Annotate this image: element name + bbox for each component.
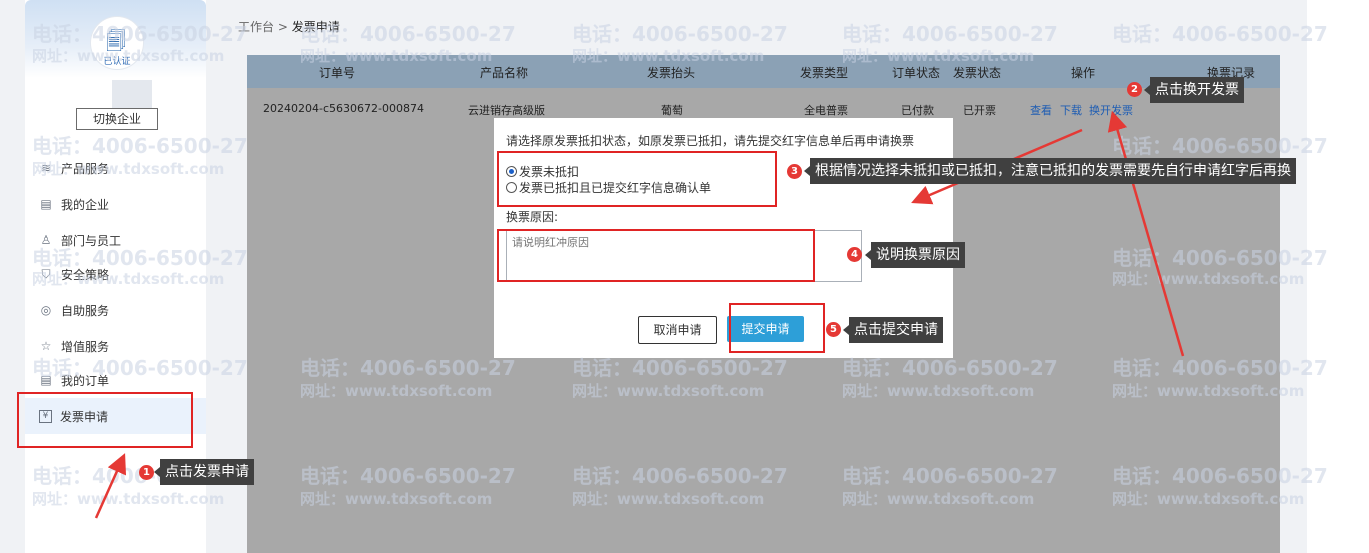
breadcrumb-home[interactable]: 工作台 bbox=[238, 20, 274, 34]
cell-invoice-title: 葡萄 bbox=[661, 104, 683, 117]
switch-company-button[interactable]: 切换企业 bbox=[76, 108, 158, 130]
sidebar-item-label: 我的订单 bbox=[61, 373, 110, 388]
users-icon: ♙ bbox=[40, 233, 52, 247]
column-header-product: 产品名称 bbox=[480, 66, 529, 80]
sidebar-item-label: 我的企业 bbox=[61, 197, 110, 212]
step-badge-4: 4 bbox=[847, 247, 862, 262]
view-link[interactable]: 查看 bbox=[1030, 102, 1052, 118]
target-icon: ◎ bbox=[40, 303, 52, 317]
step-tooltip-5: 点击提交申请 bbox=[843, 317, 943, 343]
cell-product: 云进销存高级版 bbox=[468, 104, 545, 117]
right-panel bbox=[1307, 0, 1369, 553]
exchange-invoice-link[interactable]: 换开发票 bbox=[1089, 102, 1133, 118]
column-header-invoice-title: 发票抬头 bbox=[647, 66, 696, 80]
breadcrumb-separator: > bbox=[274, 20, 292, 34]
table-header bbox=[247, 55, 1280, 88]
cell-order-status: 已付款 bbox=[901, 104, 934, 117]
step-badge-1: 1 bbox=[139, 465, 154, 480]
step-tooltip-4: 说明换票原因 bbox=[865, 242, 965, 268]
watermark-phone: 电话：4006-6500-27 bbox=[572, 22, 788, 46]
breadcrumb: 工作台 > 发票申请 bbox=[238, 18, 340, 35]
cell-invoice-status: 已开票 bbox=[963, 104, 996, 117]
verified-badge: 已认证 bbox=[103, 57, 131, 67]
watermark-phone: 电话：4006-6500-27 bbox=[842, 22, 1058, 46]
sidebar-item-label: 安全策略 bbox=[61, 267, 110, 282]
dialog-instruction: 请选择原发票抵扣状态，如原发票已抵扣，请先提交红字信息单后再申请换票 bbox=[506, 134, 915, 148]
shield-icon: ⛉ bbox=[41, 266, 51, 281]
highlight-box-invoice-menu bbox=[17, 392, 193, 448]
highlight-box-submit bbox=[729, 303, 825, 353]
sidebar-item-label: 部门与员工 bbox=[61, 233, 122, 248]
step-badge-2: 2 bbox=[1127, 82, 1142, 97]
breadcrumb-current: 发票申请 bbox=[291, 20, 340, 34]
download-link[interactable]: 下载 bbox=[1060, 102, 1082, 118]
column-header-order-no: 订单号 bbox=[319, 66, 356, 80]
cell-invoice-type: 全电普票 bbox=[804, 104, 848, 117]
sidebar-item-departments[interactable]: ♙ 部门与员工 bbox=[39, 230, 121, 250]
step-badge-5: 5 bbox=[826, 322, 841, 337]
sidebar-item-label: 自助服务 bbox=[61, 303, 110, 318]
sidebar-item-security[interactable]: ⛉ 安全策略 bbox=[39, 264, 109, 284]
sidebar-item-self-service[interactable]: ◎ 自助服务 bbox=[39, 300, 109, 320]
cancel-button[interactable]: 取消申请 bbox=[638, 316, 717, 344]
list-icon: ▤ bbox=[40, 373, 52, 387]
sidebar-item-value-added[interactable]: ☆ 增值服务 bbox=[39, 336, 109, 356]
highlight-box-reason bbox=[497, 229, 815, 282]
column-header-invoice-type: 发票类型 bbox=[800, 66, 849, 80]
sidebar-item-product-services[interactable]: ≋ 产品服务 bbox=[39, 158, 109, 178]
sidebar-item-my-orders[interactable]: ▤ 我的订单 bbox=[39, 370, 109, 390]
watermark-phone: 电话：4006-6500-27 bbox=[1112, 22, 1328, 46]
sidebar-item-label: 产品服务 bbox=[61, 161, 110, 176]
document-icon: ▤ bbox=[40, 197, 52, 211]
star-icon: ☆ bbox=[40, 339, 52, 353]
column-header-invoice-status: 发票状态 bbox=[953, 66, 1002, 80]
step-tooltip-1: 点击发票申请 bbox=[154, 459, 254, 485]
step-tooltip-2: 点击换开发票 bbox=[1144, 77, 1244, 103]
step-badge-3: 3 bbox=[787, 164, 802, 179]
sidebar-item-my-company[interactable]: ▤ 我的企业 bbox=[39, 194, 109, 214]
column-header-actions: 操作 bbox=[1071, 66, 1096, 80]
highlight-box-deduct-options bbox=[497, 151, 777, 207]
cell-order-no: 20240204-c5630672-000874 bbox=[263, 102, 424, 115]
column-header-order-status: 订单状态 bbox=[892, 66, 941, 80]
layers-icon: ≋ bbox=[40, 161, 52, 175]
reason-label: 换票原因: bbox=[506, 210, 559, 224]
step-tooltip-3: 根据情况选择未抵扣或已抵扣，注意已抵扣的发票需要先自行申请红字后再换 bbox=[804, 158, 1296, 184]
sidebar-item-label: 增值服务 bbox=[61, 339, 110, 354]
